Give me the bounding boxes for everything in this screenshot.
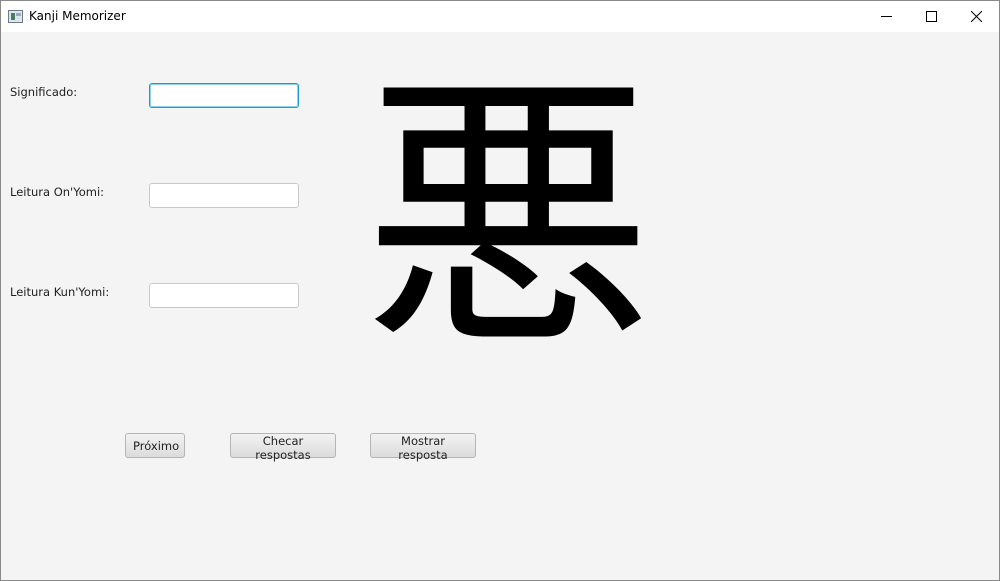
check-answers-button[interactable]: Checar respostas (230, 433, 336, 462)
window-title: Kanji Memorizer (29, 9, 126, 23)
close-icon (970, 11, 982, 22)
close-button[interactable] (953, 1, 999, 32)
kunyomi-label: Leitura Kun'Yomi: (10, 285, 110, 299)
show-answer-button[interactable]: Mostrar resposta (370, 433, 476, 462)
onyomi-input[interactable] (149, 183, 299, 208)
minimize-icon (880, 16, 892, 17)
minimize-button[interactable] (863, 1, 909, 32)
meaning-label: Significado: (10, 85, 78, 99)
kunyomi-input[interactable] (149, 283, 299, 308)
next-button[interactable]: Próximo (125, 433, 185, 458)
maximize-icon (925, 11, 937, 22)
onyomi-label: Leitura On'Yomi: (10, 185, 105, 199)
app-icon (8, 10, 23, 23)
meaning-input[interactable] (149, 83, 299, 108)
maximize-button[interactable] (908, 1, 954, 32)
title-bar: Kanji Memorizer (1, 1, 999, 32)
kanji-display: 悪 (363, 50, 653, 387)
